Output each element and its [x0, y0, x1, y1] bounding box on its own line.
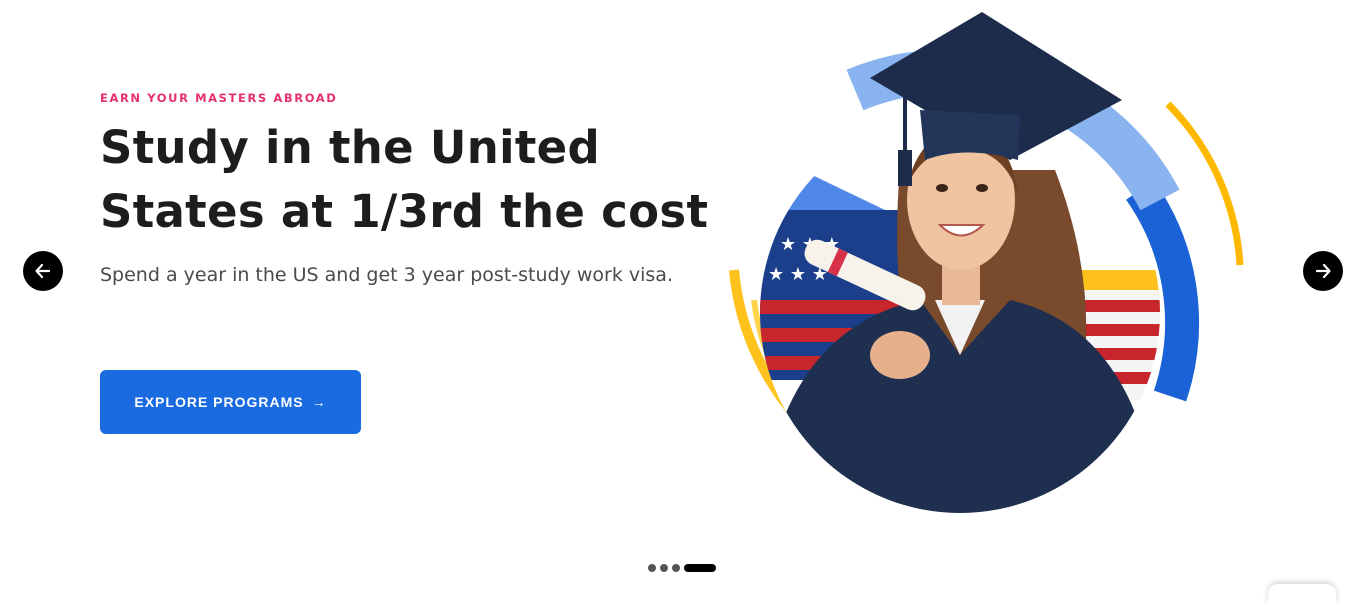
- carousel-dot-3[interactable]: [672, 564, 680, 572]
- carousel-dot-1[interactable]: [648, 564, 656, 572]
- hero-headline-line-1: Study in the United: [100, 121, 600, 174]
- carousel-dot-4-active[interactable]: [684, 564, 716, 572]
- hero-graduate-illustration: ★ ★ ★ ★ ★ ★: [729, 12, 1244, 513]
- hero-headline-line-2: States at 1/3rd the cost: [100, 185, 709, 238]
- arrow-left-icon: [35, 263, 51, 279]
- arrow-right-icon: [1315, 263, 1331, 279]
- hero-headline: Study in the United States at 1/3rd the …: [100, 116, 709, 244]
- carousel-prev-button[interactable]: [23, 251, 63, 291]
- arrow-right-small-icon: →: [311, 394, 327, 410]
- carousel-pagination: [648, 564, 716, 572]
- hero-subtitle: Spend a year in the US and get 3 year po…: [100, 264, 673, 286]
- hero-eyebrow: EARN YOUR MASTERS ABROAD: [100, 91, 338, 105]
- explore-programs-button[interactable]: EXPLORE PROGRAMS →: [100, 370, 361, 434]
- carousel-next-button[interactable]: [1303, 251, 1343, 291]
- explore-programs-label: EXPLORE PROGRAMS: [134, 394, 304, 410]
- carousel-dot-2[interactable]: [660, 564, 668, 572]
- floating-widget-edge[interactable]: [1268, 584, 1336, 604]
